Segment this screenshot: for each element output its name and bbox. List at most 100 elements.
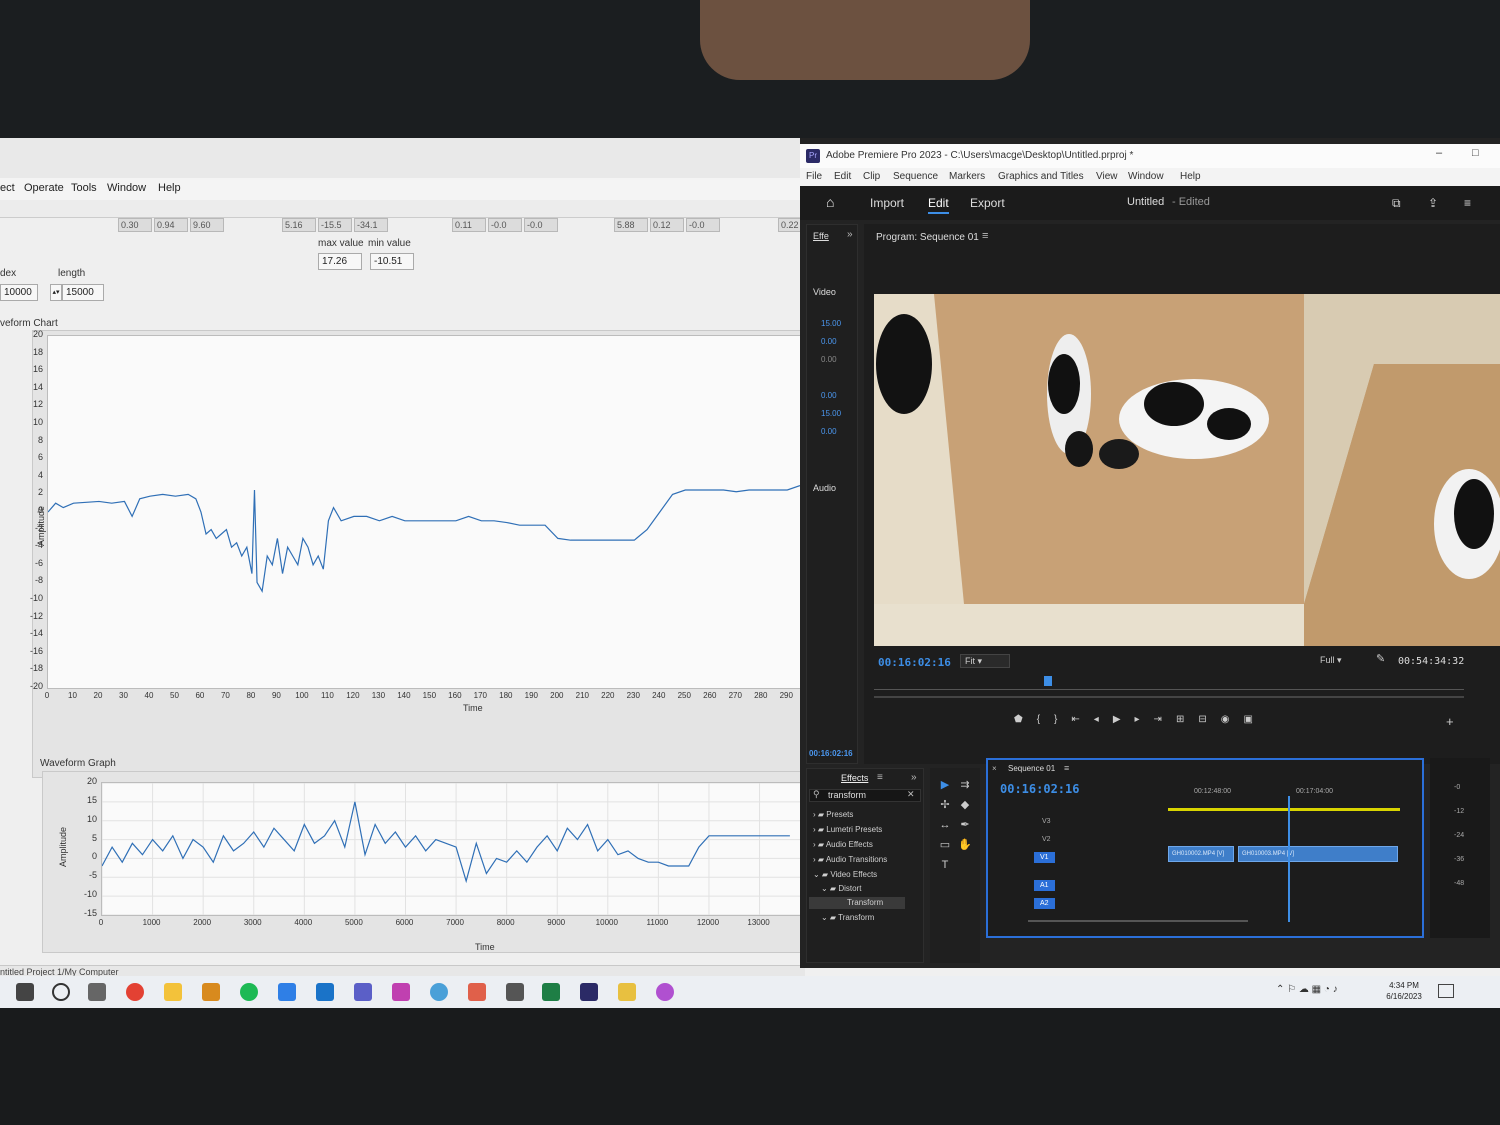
param-value[interactable]: 15.00 — [821, 409, 841, 418]
sequence-tab[interactable]: Sequence 01 — [1008, 764, 1055, 773]
resolution-dropdown[interactable]: Full ▾ — [1320, 654, 1366, 668]
play-icon[interactable]: ▶ — [1113, 714, 1135, 725]
track-a1[interactable]: A1 — [1034, 880, 1055, 891]
app-icon[interactable] — [202, 983, 220, 1001]
add-marker-icon[interactable]: ⬟ — [1014, 714, 1037, 725]
notifications-icon[interactable] — [1438, 984, 1454, 998]
length-stepper[interactable]: ▴▾ — [50, 284, 62, 301]
go-to-in-icon[interactable]: ⇤ — [1071, 714, 1093, 725]
file-explorer-icon[interactable] — [164, 983, 182, 1001]
graph-plot-area[interactable] — [101, 782, 801, 916]
settings-wrench-icon[interactable]: ✎ — [1376, 652, 1385, 665]
timeline-scrollbar[interactable] — [1028, 920, 1248, 922]
menu-project[interactable]: ect — [0, 182, 15, 194]
outlook-icon[interactable] — [316, 983, 334, 1001]
track-v3[interactable]: V3 — [1042, 818, 1051, 825]
lift-icon[interactable]: ⊞ — [1176, 714, 1198, 725]
maximize-icon[interactable]: □ — [1472, 147, 1479, 159]
panel-menu-icon[interactable]: ≡ — [1064, 763, 1069, 773]
extract-icon[interactable]: ⊟ — [1198, 714, 1220, 725]
mark-in-icon[interactable]: { — [1037, 714, 1054, 725]
menu-operate[interactable]: Operate — [24, 182, 64, 194]
rectangle-tool-icon[interactable]: ▭ — [938, 838, 952, 852]
effects-folder-audio-effects[interactable]: › ▰ Audio Effects — [813, 839, 873, 851]
clip-gh010002[interactable]: GH010002.MP4 [V] — [1168, 846, 1234, 862]
add-button-icon[interactable]: + — [1446, 714, 1454, 729]
notion-icon[interactable] — [506, 983, 524, 1001]
menu-markers[interactable]: Markers — [949, 171, 985, 182]
zoom-fit-dropdown[interactable]: Fit ▾ — [960, 654, 1010, 668]
app-icon[interactable] — [656, 983, 674, 1001]
labview-icon[interactable] — [618, 983, 636, 1001]
effects-folder-distort[interactable]: ⌄ ▰ Distort — [821, 883, 861, 895]
compare-icon[interactable]: ▣ — [1243, 714, 1266, 725]
effects-tab[interactable]: Effects — [841, 773, 868, 783]
share-icon[interactable]: ⇪ — [1428, 196, 1438, 210]
tab-import[interactable]: Import — [870, 196, 904, 210]
close-tab-icon[interactable]: × — [992, 764, 997, 773]
sequence-timecode[interactable]: 00:16:02:16 — [1000, 782, 1079, 796]
effects-folder-audio-transitions[interactable]: › ▰ Audio Transitions — [813, 854, 887, 866]
playhead-timecode[interactable]: 00:16:02:16 — [878, 656, 951, 669]
menu-help[interactable]: Help — [158, 182, 181, 194]
panel-menu-icon[interactable]: ≡ — [982, 230, 988, 242]
mark-out-icon[interactable]: } — [1054, 714, 1071, 725]
menu-window[interactable]: Window — [1128, 171, 1164, 182]
premiere-taskbar-icon[interactable] — [580, 983, 598, 1001]
menu-help[interactable]: Help — [1180, 171, 1201, 182]
track-select-tool-icon[interactable]: ⇉ — [958, 778, 972, 792]
todo-icon[interactable] — [278, 983, 296, 1001]
chart-plot-area[interactable] — [47, 335, 801, 689]
export-frame-icon[interactable]: ◉ — [1221, 714, 1244, 725]
menu-edit[interactable]: Edit — [834, 171, 851, 182]
slip-tool-icon[interactable]: ↔ — [938, 818, 952, 832]
tab-export[interactable]: Export — [970, 196, 1005, 210]
effect-transform-selected[interactable]: Transform — [809, 897, 905, 909]
menu-file[interactable]: File — [806, 171, 822, 182]
step-back-icon[interactable]: ◂ — [1094, 714, 1113, 725]
search-icon[interactable] — [52, 983, 70, 1001]
app-icon[interactable] — [392, 983, 410, 1001]
effects-folder-video-effects[interactable]: ⌄ ▰ Video Effects — [813, 869, 877, 881]
expand-panels-icon[interactable]: » — [847, 229, 853, 240]
param-value[interactable]: 0.00 — [821, 337, 837, 346]
clear-search-icon[interactable]: ✕ — [907, 789, 915, 800]
menu-window[interactable]: Window — [107, 182, 146, 194]
step-forward-icon[interactable]: ▸ — [1135, 714, 1154, 725]
menu-icon[interactable]: ≡ — [1464, 196, 1471, 210]
menu-graphics[interactable]: Graphics and Titles — [998, 171, 1084, 182]
system-clock[interactable]: 4:34 PM 6/16/2023 — [1384, 980, 1424, 1002]
teams-icon[interactable] — [354, 983, 372, 1001]
menu-sequence[interactable]: Sequence — [893, 171, 938, 182]
workspaces-icon[interactable]: ⧉ — [1392, 196, 1401, 211]
program-playhead[interactable] — [1044, 676, 1052, 686]
effects-folder-lumetri[interactable]: › ▰ Lumetri Presets — [813, 824, 882, 836]
param-value[interactable]: 15.00 — [821, 319, 841, 328]
effects-folder-transform[interactable]: ⌄ ▰ Transform — [821, 912, 874, 924]
selection-tool-icon[interactable]: ▶ — [938, 778, 952, 792]
zoom-scrollbar[interactable] — [874, 696, 1464, 698]
home-icon[interactable]: ⌂ — [826, 194, 834, 210]
start-icon[interactable] — [16, 983, 34, 1001]
task-view-icon[interactable] — [88, 983, 106, 1001]
minimize-icon[interactable]: – — [1436, 147, 1442, 159]
menu-clip[interactable]: Clip — [863, 171, 880, 182]
menu-view[interactable]: View — [1096, 171, 1118, 182]
work-area-bar[interactable] — [1168, 808, 1400, 811]
app-icon[interactable] — [430, 983, 448, 1001]
menu-tools[interactable]: Tools — [71, 182, 97, 194]
param-value[interactable]: 0.00 — [821, 391, 837, 400]
track-a2[interactable]: A2 — [1034, 898, 1055, 909]
panel-menu-icon[interactable]: ≡ — [877, 772, 883, 783]
hand-tool-icon[interactable]: ✋ — [958, 838, 972, 852]
effect-controls-tab[interactable]: Effe — [813, 231, 829, 241]
tray-icons[interactable]: ⌃ ⚐ ☁ ▦ ◔ ♪ — [1276, 984, 1338, 995]
expand-panels-icon[interactable]: » — [911, 772, 917, 783]
razor-tool-icon[interactable]: ◆ — [958, 798, 972, 812]
app-icon[interactable] — [468, 983, 486, 1001]
timeline-playhead[interactable] — [1288, 796, 1290, 922]
clip-gh010003[interactable]: GH010003.MP4 [V] — [1238, 846, 1398, 862]
tab-edit[interactable]: Edit — [928, 196, 949, 214]
effects-folder-presets[interactable]: › ▰ Presets — [813, 809, 853, 821]
chrome-icon[interactable] — [126, 983, 144, 1001]
